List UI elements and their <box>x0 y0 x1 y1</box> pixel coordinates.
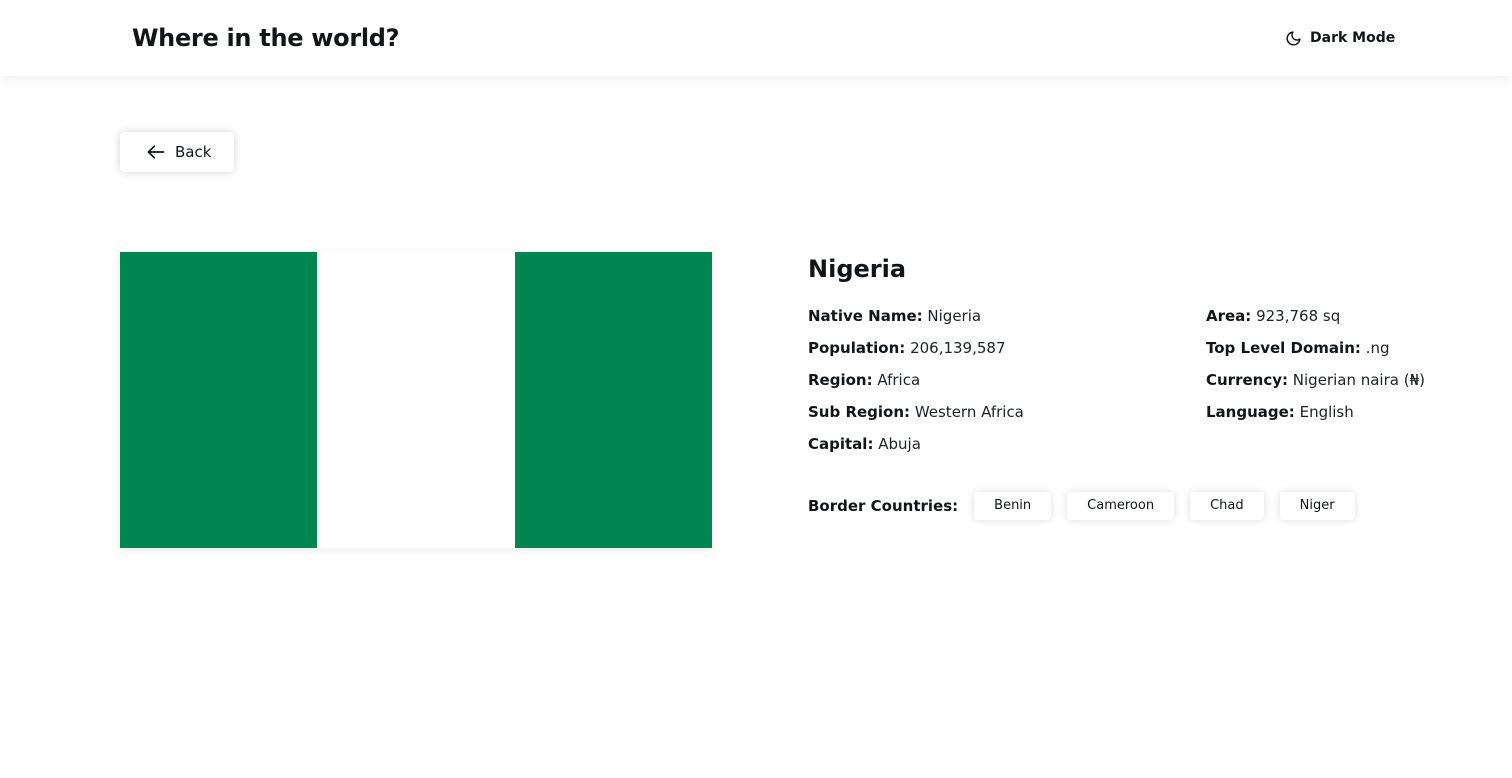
arrow-left-icon <box>146 142 166 162</box>
top-header: Where in the world? Dark Mode <box>0 0 1512 76</box>
border-country-niger[interactable]: Niger <box>1279 492 1355 520</box>
border-country-chad[interactable]: Chad <box>1190 492 1264 520</box>
flag-stripe-right <box>514 252 712 548</box>
fact-region: Region: Africa <box>808 368 1024 400</box>
flag-stripe-middle <box>317 252 515 548</box>
moon-icon <box>1285 30 1302 47</box>
country-flag <box>120 252 712 548</box>
fact-label: Region: <box>808 371 873 389</box>
fact-label: Capital: <box>808 435 874 453</box>
country-name: Nigeria <box>808 255 907 283</box>
fact-label: Native Name: <box>808 307 923 325</box>
fact-value: .ng <box>1365 339 1390 357</box>
fact-label: Top Level Domain: <box>1206 339 1361 357</box>
border-country-cameroon[interactable]: Cameroon <box>1067 492 1175 520</box>
fact-area: Area: 923,768 sq <box>1206 304 1425 336</box>
facts-left-column: Native Name: Nigeria Population: 206,139… <box>808 304 1024 464</box>
fact-population: Population: 206,139,587 <box>808 336 1024 368</box>
fact-value: 923,768 sq <box>1256 307 1341 325</box>
fact-language: Language: English <box>1206 400 1425 432</box>
dark-mode-toggle[interactable]: Dark Mode <box>1285 27 1395 49</box>
fact-label: Language: <box>1206 403 1295 421</box>
fact-value: Western Africa <box>914 403 1024 421</box>
fact-value: Abuja <box>878 435 921 453</box>
fact-capital: Capital: Abuja <box>808 432 1024 464</box>
back-button[interactable]: Back <box>120 132 234 172</box>
fact-top-level-domain: Top Level Domain: .ng <box>1206 336 1425 368</box>
fact-label: Area: <box>1206 307 1252 325</box>
app-title: Where in the world? <box>132 24 400 52</box>
border-country-benin[interactable]: Benin <box>974 492 1052 520</box>
dark-mode-label: Dark Mode <box>1310 30 1396 46</box>
border-countries-label: Border Countries: <box>808 497 959 515</box>
fact-value: Nigeria <box>927 307 982 325</box>
facts-right-column: Area: 923,768 sq Top Level Domain: .ng C… <box>1206 304 1425 432</box>
border-countries: Border Countries: Benin Cameroon Chad Ni… <box>808 492 1371 520</box>
fact-label: Sub Region: <box>808 403 911 421</box>
back-label: Back <box>175 143 212 161</box>
fact-value: Nigerian naira (₦) <box>1292 371 1425 389</box>
fact-sub-region: Sub Region: Western Africa <box>808 400 1024 432</box>
fact-value: Africa <box>877 371 921 389</box>
fact-value: 206,139,587 <box>910 339 1006 357</box>
fact-value: English <box>1299 403 1354 421</box>
fact-label: Currency: <box>1206 371 1289 389</box>
flag-stripe-left <box>120 252 318 548</box>
fact-native-name: Native Name: Nigeria <box>808 304 1024 336</box>
fact-label: Population: <box>808 339 906 357</box>
fact-currency: Currency: Nigerian naira (₦) <box>1206 368 1425 400</box>
